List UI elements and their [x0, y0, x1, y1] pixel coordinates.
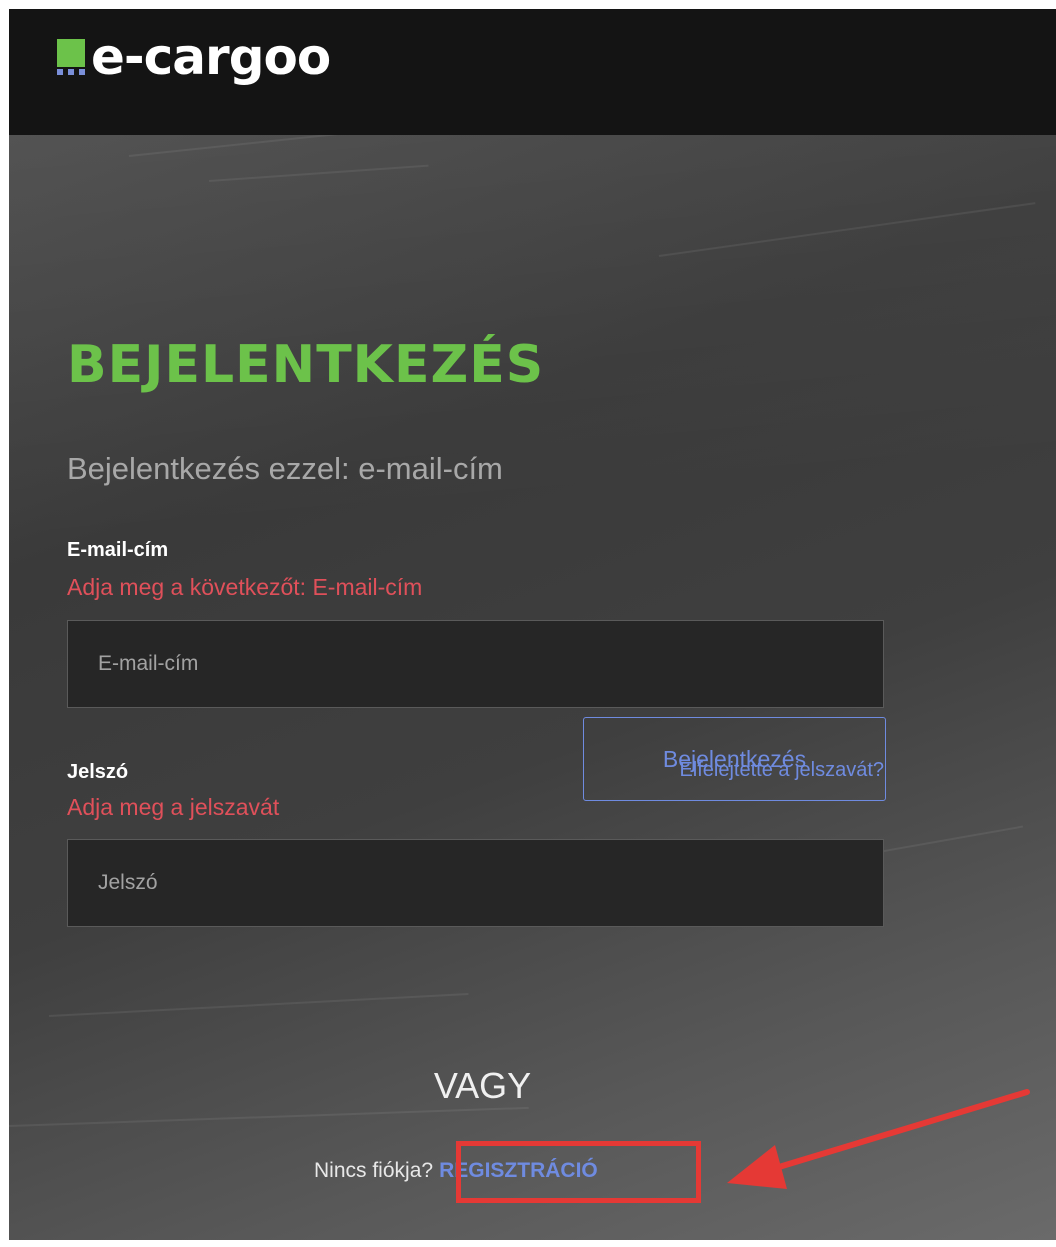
password-input[interactable]	[67, 839, 884, 927]
background-streak	[48, 993, 469, 1017]
login-button[interactable]: Bejelentkezés	[583, 717, 886, 801]
top-bar: e-cargoo	[9, 9, 1056, 135]
background-streak	[658, 202, 1036, 257]
brand-logo[interactable]: e-cargoo	[57, 27, 331, 87]
password-error-message: Adja meg a jelszavát	[67, 794, 280, 820]
email-label: E-mail-cím	[67, 539, 169, 561]
screenshot-frame: e-cargoo BEJELENTKEZÉS Bejelentkezés ezz…	[9, 9, 1056, 1240]
brand-name: e-cargoo	[91, 28, 331, 86]
logo-mark-icon	[57, 35, 85, 79]
background-streak	[9, 1106, 529, 1127]
password-label: Jelszó	[67, 761, 129, 783]
login-method-subtitle: Bejelentkezés ezzel: e-mail-cím	[67, 451, 503, 486]
email-input[interactable]	[67, 620, 884, 708]
annotation-highlight-box	[456, 1141, 701, 1203]
or-divider: VAGY	[433, 1065, 532, 1106]
email-error-message: Adja meg a következőt: E-mail-cím	[67, 574, 423, 600]
page-title: BEJELENTKEZÉS	[67, 335, 545, 395]
background-streak	[208, 164, 429, 182]
no-account-text: Nincs fiókja?	[314, 1159, 434, 1182]
